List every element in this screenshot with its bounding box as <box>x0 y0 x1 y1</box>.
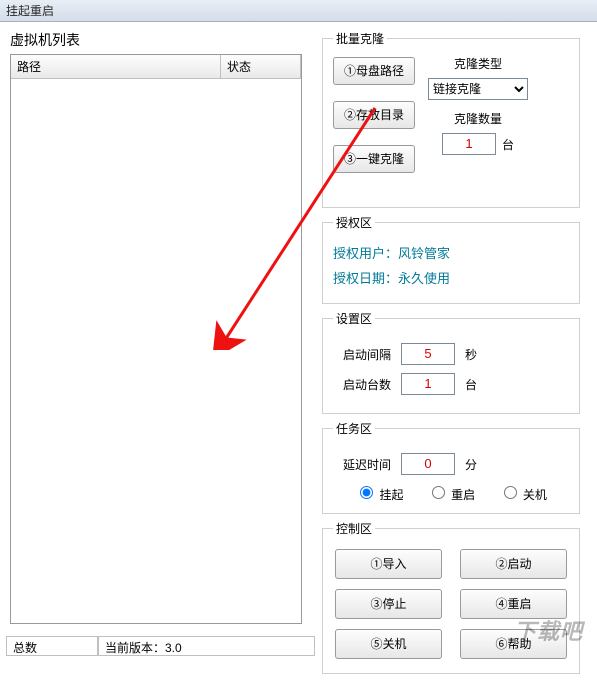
status-bar: 总数 当前版本：3.0 <box>6 636 315 656</box>
status-total: 总数 <box>6 637 98 656</box>
vm-list-label: 虚拟机列表 <box>10 30 310 50</box>
radio-restart[interactable]: 重启 <box>427 488 475 502</box>
clone-type-label: 克隆类型 <box>423 55 533 72</box>
left-panel: 虚拟机列表 路径 状态 <box>10 30 310 624</box>
import-button[interactable]: ①导入 <box>335 549 442 579</box>
restart-button[interactable]: ④重启 <box>460 589 567 619</box>
clone-count-label: 克隆数量 <box>423 110 533 127</box>
radio-shutdown[interactable]: 关机 <box>499 488 547 502</box>
column-path[interactable]: 路径 <box>11 55 221 78</box>
auth-user: 授权用户：风铃管家 <box>333 243 569 262</box>
interval-label: 启动间隔 <box>333 346 391 363</box>
stop-button[interactable]: ③停止 <box>335 589 442 619</box>
vm-table: 路径 状态 <box>10 54 302 624</box>
store-dir-button[interactable]: ②存放目录 <box>333 101 415 129</box>
status-version: 当前版本：3.0 <box>98 637 315 656</box>
column-status[interactable]: 状态 <box>221 55 301 78</box>
clone-count-unit: 台 <box>502 136 514 153</box>
group-auth-legend: 授权区 <box>333 214 375 231</box>
group-control: 控制区 ①导入 ②启动 ③停止 ④重启 ⑤关机 ⑥帮助 <box>322 520 580 674</box>
group-settings: 设置区 启动间隔 5 秒 启动台数 1 台 <box>322 310 580 414</box>
group-control-legend: 控制区 <box>333 520 375 537</box>
delay-label: 延迟时间 <box>333 456 391 473</box>
interval-unit: 秒 <box>465 346 485 363</box>
group-auth: 授权区 授权用户：风铃管家 授权日期：永久使用 <box>322 214 580 304</box>
start-button[interactable]: ②启动 <box>460 549 567 579</box>
group-task: 任务区 延迟时间 0 分 挂起 重启 关机 <box>322 420 580 514</box>
base-disk-button[interactable]: ①母盘路径 <box>333 57 415 85</box>
clone-count-input[interactable]: 1 <box>442 133 496 155</box>
window-titlebar: 挂起重启 <box>0 0 597 22</box>
group-task-legend: 任务区 <box>333 420 375 437</box>
start-count-label: 启动台数 <box>333 376 391 393</box>
shutdown-button[interactable]: ⑤关机 <box>335 629 442 659</box>
start-count-input[interactable]: 1 <box>401 373 455 395</box>
group-batch-clone: 批量克隆 ①母盘路径 ②存放目录 ③一键克隆 克隆类型 链接克隆 克隆数量 1 … <box>322 30 580 208</box>
radio-suspend[interactable]: 挂起 <box>355 488 403 502</box>
one-key-clone-button[interactable]: ③一键克隆 <box>333 145 415 173</box>
right-panel: 批量克隆 ①母盘路径 ②存放目录 ③一键克隆 克隆类型 链接克隆 克隆数量 1 … <box>322 30 580 680</box>
group-batch-clone-legend: 批量克隆 <box>333 30 387 47</box>
clone-type-select[interactable]: 链接克隆 <box>428 78 528 100</box>
delay-unit: 分 <box>465 456 485 473</box>
delay-input[interactable]: 0 <box>401 453 455 475</box>
group-settings-legend: 设置区 <box>333 310 375 327</box>
auth-date: 授权日期：永久使用 <box>333 268 569 287</box>
vm-table-body[interactable] <box>11 79 301 623</box>
start-count-unit: 台 <box>465 376 485 393</box>
vm-table-header: 路径 状态 <box>11 55 301 79</box>
help-button[interactable]: ⑥帮助 <box>460 629 567 659</box>
window-title: 挂起重启 <box>6 4 54 18</box>
interval-input[interactable]: 5 <box>401 343 455 365</box>
